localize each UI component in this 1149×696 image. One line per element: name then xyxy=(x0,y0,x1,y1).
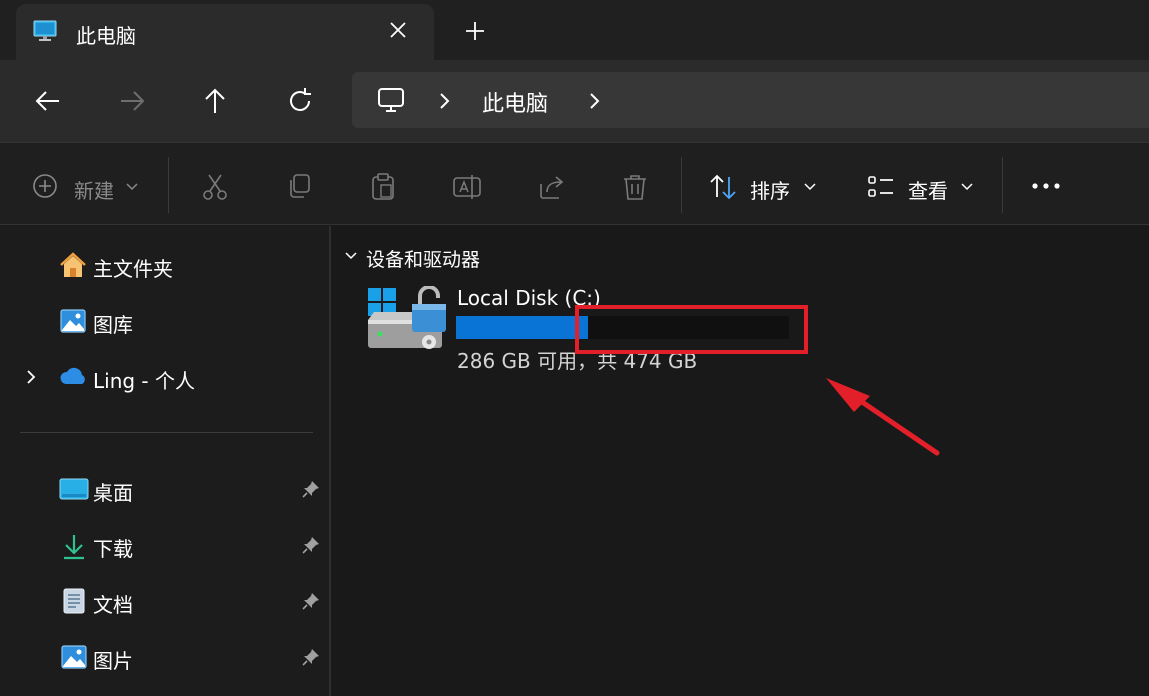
close-icon[interactable] xyxy=(386,18,410,42)
view-button[interactable]: 查看 xyxy=(908,175,948,204)
arrow-up-icon[interactable] xyxy=(200,86,230,116)
toolbar-divider xyxy=(681,157,682,213)
view-list-icon[interactable] xyxy=(866,172,896,202)
pin-icon[interactable] xyxy=(301,647,321,667)
chevron-down-icon[interactable] xyxy=(343,248,359,264)
trash-icon[interactable] xyxy=(620,172,650,202)
content-pane xyxy=(331,226,1149,696)
download-icon xyxy=(61,533,87,561)
pin-icon[interactable] xyxy=(301,591,321,611)
monitor-icon[interactable] xyxy=(376,85,406,115)
new-button[interactable]: 新建 xyxy=(74,175,114,204)
pin-icon[interactable] xyxy=(301,535,321,555)
pin-icon[interactable] xyxy=(301,479,321,499)
pictures-icon xyxy=(60,643,88,671)
chevron-right-icon[interactable] xyxy=(584,89,604,113)
new-tab-icon[interactable] xyxy=(462,18,488,44)
sidebar-divider xyxy=(20,432,313,433)
home-icon xyxy=(59,251,87,279)
sidebar-item-downloads[interactable]: 下载 xyxy=(93,533,133,562)
drive-usage-fill xyxy=(456,316,588,339)
sidebar-item-gallery[interactable]: 图库 xyxy=(93,309,133,338)
desktop-icon xyxy=(59,477,89,503)
breadcrumb-this-pc[interactable]: 此电脑 xyxy=(482,86,548,118)
tab-title: 此电脑 xyxy=(76,24,136,48)
document-icon xyxy=(62,587,86,615)
add-circle-icon[interactable] xyxy=(32,172,62,202)
toolbar-divider xyxy=(1002,157,1003,213)
arrow-left-icon[interactable] xyxy=(33,86,63,116)
command-bar xyxy=(0,142,1149,225)
clipboard-icon[interactable] xyxy=(368,172,398,202)
chevron-down-icon[interactable] xyxy=(802,178,818,194)
onedrive-cloud-icon xyxy=(59,365,89,389)
scissors-icon[interactable] xyxy=(200,172,230,202)
arrow-right-icon[interactable] xyxy=(117,86,147,116)
sidebar-item-onedrive[interactable]: Ling - 个人 xyxy=(93,365,195,394)
chevron-down-icon[interactable] xyxy=(959,178,975,194)
chevron-right-icon[interactable] xyxy=(22,367,40,387)
rename-icon[interactable] xyxy=(452,172,482,202)
sidebar-item-home[interactable]: 主文件夹 xyxy=(93,253,173,282)
more-icon[interactable] xyxy=(1030,176,1062,196)
group-header-devices[interactable]: 设备和驱动器 xyxy=(366,245,480,272)
gallery-icon xyxy=(59,307,87,335)
chevron-down-icon[interactable] xyxy=(124,178,140,194)
monitor-tab-icon xyxy=(32,18,58,44)
toolbar-divider xyxy=(168,157,169,213)
chevron-right-icon[interactable] xyxy=(434,89,454,113)
share-icon[interactable] xyxy=(537,172,567,202)
navigation-pane xyxy=(0,226,330,696)
sidebar-item-documents[interactable]: 文档 xyxy=(93,589,133,618)
annotation-arrow xyxy=(818,372,948,462)
windows-drive-unlocked-icon[interactable] xyxy=(366,285,450,356)
refresh-icon[interactable] xyxy=(285,86,315,116)
sort-button[interactable]: 排序 xyxy=(750,175,790,204)
sort-arrows-icon[interactable] xyxy=(708,172,738,202)
copy-icon[interactable] xyxy=(284,172,314,202)
address-bar[interactable] xyxy=(352,72,1149,128)
sidebar-item-pictures[interactable]: 图片 xyxy=(93,645,133,674)
annotation-highlight-box xyxy=(575,305,808,354)
sidebar-item-desktop[interactable]: 桌面 xyxy=(93,477,133,506)
